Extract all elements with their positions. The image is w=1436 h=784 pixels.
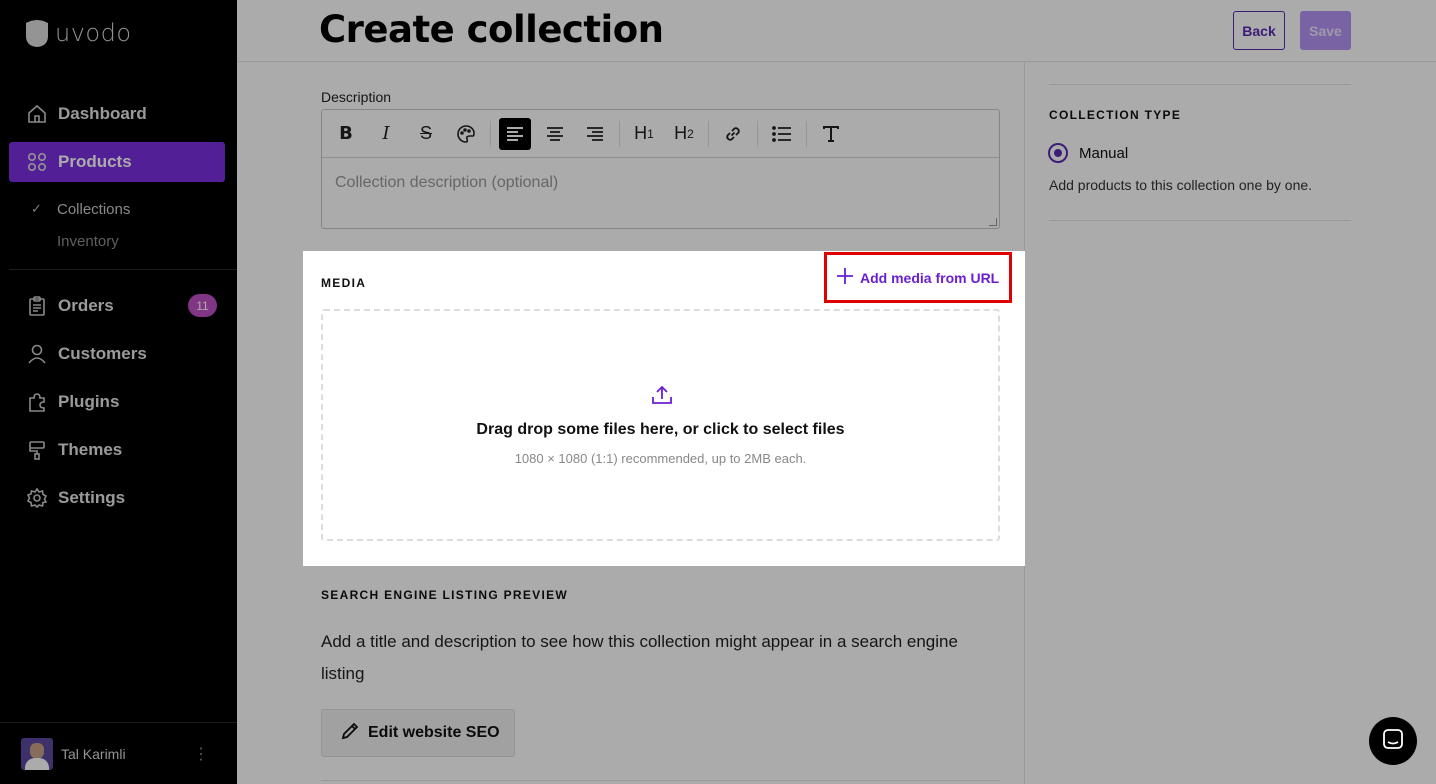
add-media-label: Add media from URL: [860, 269, 1000, 286]
upload-icon: [651, 385, 673, 410]
media-dropzone[interactable]: Drag drop some files here, or click to s…: [321, 309, 1000, 541]
plus-icon: [836, 266, 854, 290]
dim-overlay: [0, 251, 303, 566]
dim-overlay: [0, 566, 1436, 784]
add-media-from-url-button[interactable]: Add media from URL: [824, 252, 1012, 303]
media-label: MEDIA: [321, 276, 367, 290]
dropzone-title: Drag drop some files here, or click to s…: [476, 421, 845, 438]
chat-widget-button[interactable]: [1369, 717, 1417, 765]
dim-overlay: [1025, 251, 1436, 566]
dropzone-subtitle: 1080 × 1080 (1:1) recommended, up to 2MB…: [514, 451, 807, 466]
chat-icon: [1381, 727, 1405, 756]
dim-overlay: [0, 0, 1436, 251]
